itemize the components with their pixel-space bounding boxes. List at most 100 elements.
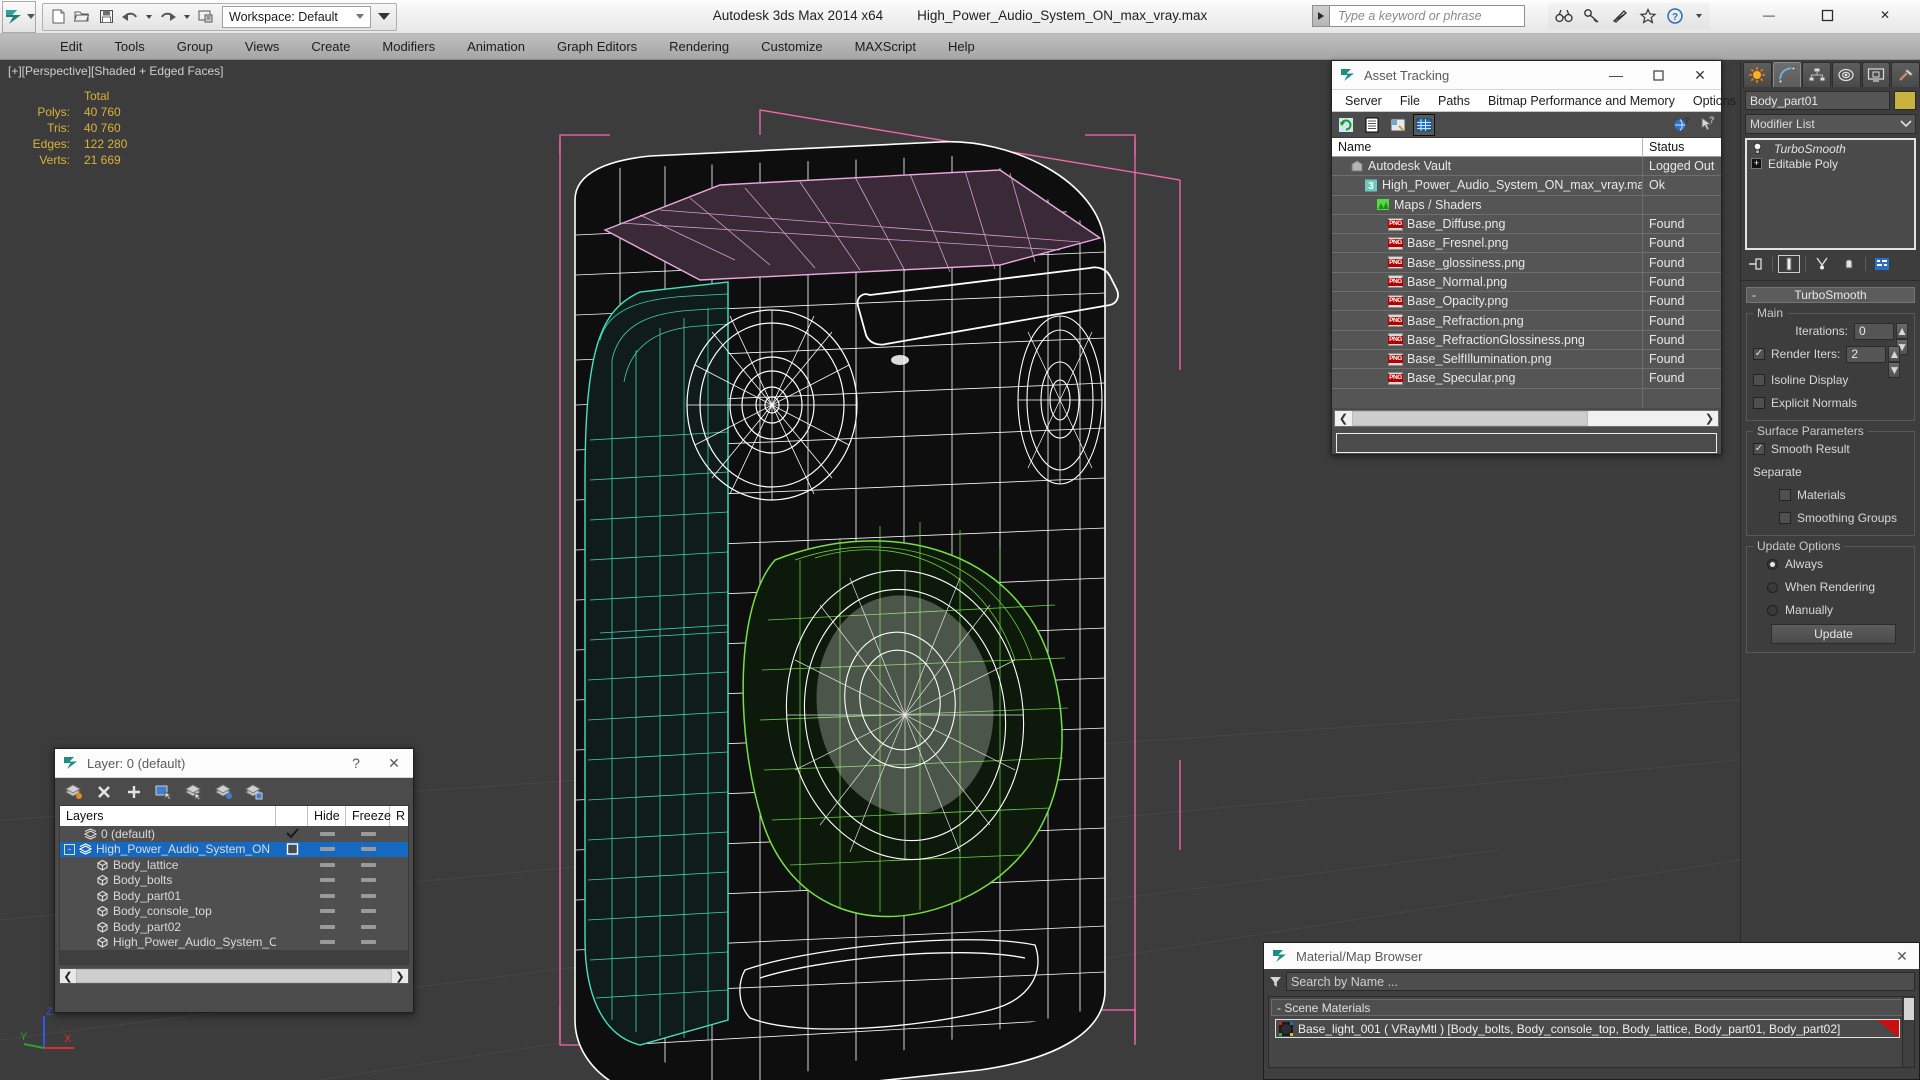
layer-col-current[interactable] xyxy=(276,806,308,826)
workspace-dropdown-caret[interactable] xyxy=(355,14,364,19)
asset-menu-paths[interactable]: Paths xyxy=(1429,94,1479,108)
show-end-result-icon[interactable] xyxy=(1778,255,1800,273)
minimize-button[interactable]: — xyxy=(1758,4,1780,26)
menu-item-create[interactable]: Create xyxy=(295,34,366,60)
table-row[interactable]: PNG Base_Fresnel.png Found xyxy=(1332,234,1721,254)
explicit-normals-row[interactable]: Explicit Normals xyxy=(1753,394,1908,412)
render-iters-checkbox[interactable]: ✓ xyxy=(1753,348,1765,360)
chevron-down-icon[interactable] xyxy=(1897,115,1915,133)
expand-collapse-icon[interactable]: - xyxy=(64,843,75,855)
project-folder-icon[interactable] xyxy=(194,5,218,29)
freeze-toggle[interactable] xyxy=(346,924,390,929)
list-item[interactable]: Body_console_top xyxy=(60,904,408,920)
layer-window-titlebar[interactable]: Layer: 0 (default) ? ✕ xyxy=(55,749,413,778)
workspace-selector[interactable]: Workspace: Default xyxy=(222,5,371,28)
iterations-value[interactable]: 0 xyxy=(1854,322,1894,340)
explicit-normals-checkbox[interactable] xyxy=(1753,397,1765,409)
menu-item-views[interactable]: Views xyxy=(229,34,295,60)
list-item[interactable]: Body_part02 xyxy=(60,919,408,935)
always-radio[interactable] xyxy=(1767,558,1778,570)
layer-properties-icon[interactable] xyxy=(245,783,263,801)
hide-toggle[interactable] xyxy=(308,909,346,914)
menu-item-animation[interactable]: Animation xyxy=(451,34,541,60)
create-new-layer-icon[interactable] xyxy=(65,783,83,801)
scrollbar-thumb[interactable] xyxy=(1352,410,1588,426)
layer-horizontal-scrollbar[interactable]: ❮ ❯ xyxy=(59,968,409,984)
always-radio-row[interactable]: Always xyxy=(1753,555,1908,573)
materials-row[interactable]: Materials xyxy=(1753,486,1908,504)
new-file-icon[interactable] xyxy=(46,5,70,29)
asset-tracking-window[interactable]: Asset Tracking — ✕ Server File Paths Bit… xyxy=(1331,60,1736,455)
table-row[interactable]: PNG Base_Specular.png Found xyxy=(1332,369,1721,389)
menu-item-maxscript[interactable]: MAXScript xyxy=(839,34,932,60)
utilities-tab[interactable] xyxy=(1891,62,1920,87)
table-row[interactable]: PNG Base_Refraction.png Found xyxy=(1332,311,1721,331)
redo-dropdown-caret[interactable] xyxy=(184,14,190,19)
current-layer-check[interactable] xyxy=(276,828,308,839)
rollout-header[interactable]: - TurboSmooth xyxy=(1746,287,1915,303)
menu-item-tools[interactable]: Tools xyxy=(98,34,160,60)
hierarchy-tab[interactable] xyxy=(1802,62,1832,87)
search-box[interactable]: Type a keyword or phrase xyxy=(1312,4,1525,28)
hide-toggle[interactable] xyxy=(308,940,346,945)
help-dropdown-caret[interactable] xyxy=(1696,14,1702,18)
table-row[interactable]: PNG Base_glossiness.png Found xyxy=(1332,253,1721,273)
manually-radio[interactable] xyxy=(1767,604,1778,616)
menu-item-modifiers[interactable]: Modifiers xyxy=(366,34,451,60)
asset-tracking-minimize[interactable]: — xyxy=(1595,61,1637,89)
logo-dropdown-caret[interactable] xyxy=(26,14,35,19)
render-iters-spinner[interactable]: 2 ▲ ▼ xyxy=(1846,345,1901,378)
satellite-dish-icon[interactable] xyxy=(1608,4,1632,28)
plus-box-icon[interactable]: + xyxy=(1751,158,1762,169)
render-iters-value[interactable]: 2 xyxy=(1846,345,1887,363)
table-row[interactable]: PNG Base_SelfIllumination.png Found xyxy=(1332,349,1721,370)
object-color-swatch[interactable] xyxy=(1894,91,1916,110)
render-iters-spinner-arrows[interactable]: ▲ ▼ xyxy=(1888,345,1901,378)
smoothing-groups-checkbox[interactable] xyxy=(1779,512,1791,524)
modify-tab[interactable] xyxy=(1772,62,1802,87)
pin-stack-icon[interactable] xyxy=(1745,255,1767,273)
asset-col-status[interactable]: Status xyxy=(1643,138,1721,157)
layer-col-render[interactable]: R xyxy=(390,806,408,826)
material-browser-titlebar[interactable]: Material/Map Browser ✕ xyxy=(1264,943,1919,969)
object-name-field[interactable]: Body_part01 xyxy=(1745,91,1890,110)
add-selection-icon[interactable] xyxy=(125,783,143,801)
select-highlight-icon[interactable] xyxy=(185,783,203,801)
smooth-result-checkbox[interactable]: ✓ xyxy=(1753,443,1765,455)
asset-horizontal-scrollbar[interactable]: ❮ ❯ xyxy=(1334,409,1719,427)
list-item[interactable]: High_Power_Audio_System_ON xyxy=(60,935,408,951)
scroll-right-icon[interactable]: ❯ xyxy=(392,969,408,983)
modifier-stack-item-editable-poly[interactable]: + Editable Poly xyxy=(1748,156,1913,171)
redo-icon[interactable] xyxy=(156,5,180,29)
freeze-toggle[interactable] xyxy=(346,940,390,945)
asset-tracking-titlebar[interactable]: Asset Tracking — ✕ xyxy=(1332,61,1721,90)
filter-funnel-icon[interactable] xyxy=(1268,975,1282,989)
asset-menu-file[interactable]: File xyxy=(1391,94,1429,108)
iterations-spinner-arrows[interactable]: ▲ ▼ xyxy=(1896,322,1908,355)
display-tab[interactable] xyxy=(1861,62,1891,87)
material-map-browser[interactable]: Material/Map Browser ✕ Search by Name ..… xyxy=(1263,942,1920,1080)
hide-toggle[interactable] xyxy=(308,893,346,898)
hide-toggle[interactable] xyxy=(308,847,346,852)
open-file-icon[interactable] xyxy=(70,5,94,29)
asset-menu-bitmap[interactable]: Bitmap Performance and Memory xyxy=(1479,94,1684,108)
scroll-left-icon[interactable]: ❮ xyxy=(1335,411,1352,426)
scrollbar-thumb[interactable] xyxy=(76,969,392,983)
table-row[interactable]: Maps / Shaders xyxy=(1332,195,1721,215)
manually-radio-row[interactable]: Manually xyxy=(1753,601,1908,619)
menu-item-edit[interactable]: Edit xyxy=(44,34,98,60)
table-row[interactable]: 3 High_Power_Audio_System_ON_max_vray.ma… xyxy=(1332,176,1721,196)
delete-layer-icon[interactable] xyxy=(95,783,113,801)
isoline-display-checkbox[interactable] xyxy=(1753,374,1765,386)
table-row[interactable]: PNG Base_Diffuse.png Found xyxy=(1332,214,1721,235)
asset-col-name[interactable]: Name xyxy=(1332,137,1643,157)
table-row[interactable]: PNG Base_Normal.png Found xyxy=(1332,272,1721,293)
scene-materials-section[interactable]: - Scene Materials xyxy=(1271,999,1912,1016)
help-globe-icon[interactable]: ? xyxy=(1671,115,1691,135)
help-icon[interactable]: ? xyxy=(1664,4,1688,28)
set-current-layer-icon[interactable] xyxy=(215,783,233,801)
save-file-icon[interactable] xyxy=(94,5,118,29)
list-item[interactable]: Body_lattice xyxy=(60,857,408,873)
scroll-right-icon[interactable]: ❯ xyxy=(1701,411,1718,426)
list-view-icon[interactable] xyxy=(1362,115,1382,135)
